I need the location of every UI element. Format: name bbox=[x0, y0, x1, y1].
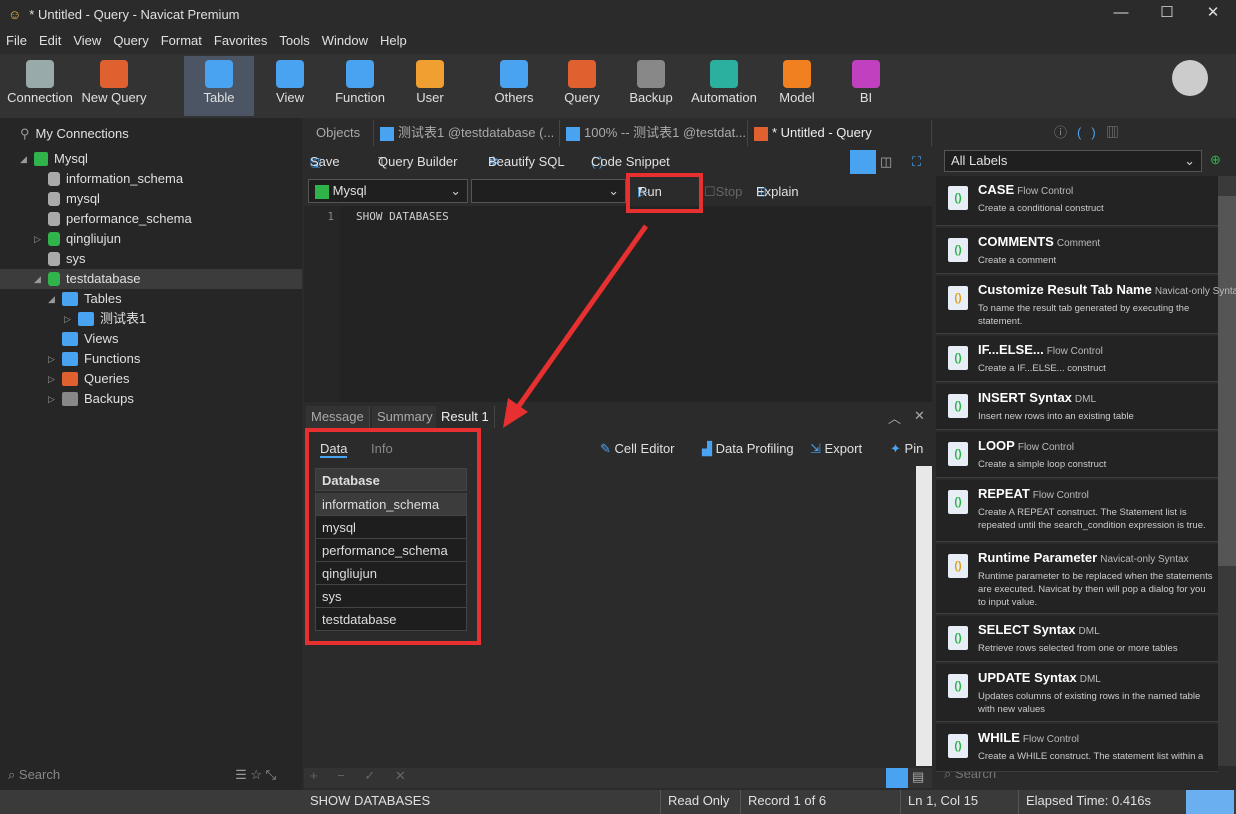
run-highlight-box bbox=[626, 173, 703, 213]
result-highlight-box bbox=[305, 428, 481, 645]
annotation-arrow bbox=[513, 224, 649, 412]
annotation-overlay bbox=[305, 173, 703, 645]
